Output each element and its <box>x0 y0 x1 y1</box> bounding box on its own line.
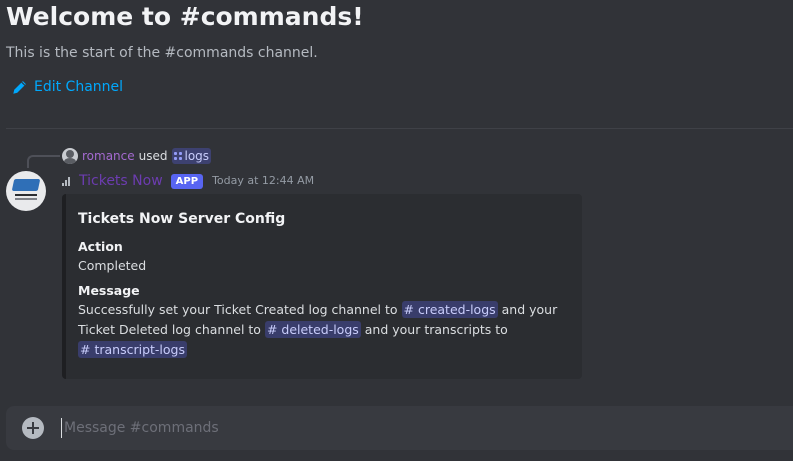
message-input[interactable] <box>62 406 793 450</box>
embed: Tickets Now Server Config Action Complet… <box>62 194 582 379</box>
message-header: Tickets Now APP Today at 12:44 AM <box>62 172 314 190</box>
edit-channel-label: Edit Channel <box>34 79 124 95</box>
welcome-title: Welcome to #commands! <box>6 2 364 31</box>
reply-username[interactable]: romance <box>82 148 135 164</box>
message-composer <box>6 406 793 450</box>
chat-view: Welcome to #commands! This is the start … <box>0 0 793 461</box>
pencil-icon <box>12 80 27 95</box>
channel-mention-transcript-logs[interactable]: # transcript-logs <box>78 341 187 358</box>
reply-used-text: used <box>138 149 168 163</box>
app-badge: APP <box>170 173 204 189</box>
field-value: Successfully set your Ticket Created log… <box>78 300 566 360</box>
signal-bars-icon <box>62 176 70 186</box>
embed-field-message: Message Successfully set your Ticket Cre… <box>78 282 566 360</box>
field-value: Completed <box>78 258 147 273</box>
bot-username[interactable]: Tickets Now <box>79 172 163 190</box>
reply-spine <box>27 155 60 168</box>
plus-circle-icon[interactable] <box>22 417 44 439</box>
slash-command-icon <box>173 151 183 161</box>
bot-avatar[interactable] <box>6 171 46 211</box>
message-text: and your transcripts to <box>364 322 508 337</box>
logo-icon <box>11 179 41 191</box>
field-name: Action <box>78 239 123 254</box>
embed-title: Tickets Now Server Config <box>78 211 286 227</box>
reply-reference[interactable]: romance used logs <box>62 148 212 164</box>
message-timestamp[interactable]: Today at 12:44 AM <box>212 174 314 188</box>
field-name: Message <box>78 283 140 298</box>
avatar[interactable] <box>62 148 78 164</box>
command-pill[interactable]: logs <box>171 148 212 164</box>
logo-lines <box>15 194 37 196</box>
message-text: Successfully set your Ticket Created log… <box>78 302 398 317</box>
channel-mention-created-logs[interactable]: # created-logs <box>401 301 498 318</box>
channel-mention-deleted-logs[interactable]: # deleted-logs <box>264 321 361 338</box>
edit-channel-button[interactable]: Edit Channel <box>12 78 123 96</box>
command-name: logs <box>184 149 210 163</box>
embed-field-action: Action Completed <box>78 238 566 276</box>
divider <box>6 128 793 129</box>
welcome-subtitle: This is the start of the #commands chann… <box>6 45 318 61</box>
